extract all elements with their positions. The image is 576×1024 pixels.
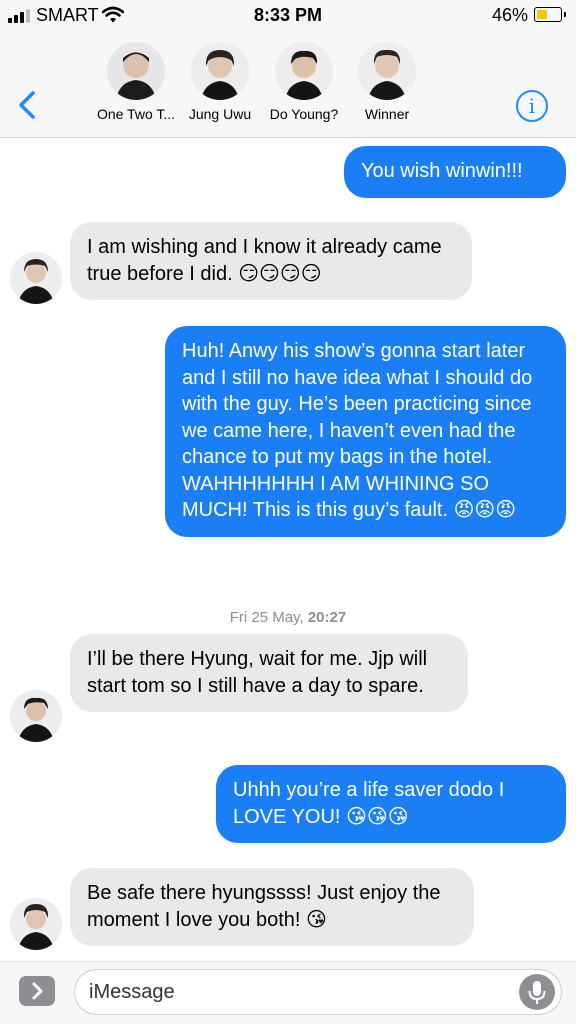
participant-one-two[interactable]: One Two T... xyxy=(88,42,184,122)
message-text: I’ll be there Hyung, wait for me. Jjp wi… xyxy=(87,648,428,697)
participant-jung-uwu[interactable]: Jung Uwu xyxy=(172,42,268,122)
timestamp-time: 20:27 xyxy=(307,609,347,626)
battery-percentage: 46% xyxy=(491,5,528,25)
compose-bar: iMessage xyxy=(0,961,576,1024)
sent-message-bubble[interactable]: Huh! Anwy his show’s gonna start later a… xyxy=(165,326,566,537)
participant-name: One Two T... xyxy=(96,106,176,122)
avatar xyxy=(358,42,416,100)
received-message-bubble[interactable]: Be safe there hyungssss! Just enjoy the … xyxy=(70,868,474,946)
info-button[interactable]: i xyxy=(516,90,548,122)
message-timestamp: Fri 25 May, 20:27 xyxy=(0,609,576,626)
status-time: 8:33 PM xyxy=(253,5,323,25)
battery-level xyxy=(536,9,547,19)
participant-name: Jung Uwu xyxy=(188,106,252,122)
participant-name: Winner xyxy=(364,106,410,122)
timestamp-day: Fri 25 May, xyxy=(229,609,304,626)
sender-avatar[interactable] xyxy=(10,690,62,742)
sent-message-bubble[interactable]: You wish winwin!!! xyxy=(344,146,566,198)
conversation-header: One Two T... Jung Uwu Do Young? Winner i xyxy=(0,34,576,138)
message-input-placeholder: iMessage xyxy=(89,981,175,1003)
dictation-button[interactable] xyxy=(519,974,555,1010)
participant-name: Do Young? xyxy=(269,106,339,122)
sent-message-bubble[interactable]: Uhhh you’re a life saver dodo I LOVE YOU… xyxy=(216,765,566,843)
message-text: I am wishing and I know it already came … xyxy=(87,236,442,285)
message-text: Uhhh you’re a life saver dodo I LOVE YOU… xyxy=(233,779,505,828)
info-icon: i xyxy=(528,94,536,118)
participant-do-young[interactable]: Do Young? xyxy=(256,42,352,122)
received-message-bubble[interactable]: I’ll be there Hyung, wait for me. Jjp wi… xyxy=(70,634,468,712)
back-chevron-icon[interactable] xyxy=(16,90,38,120)
message-text: You wish winwin!!! xyxy=(361,160,523,182)
apps-button[interactable] xyxy=(19,976,55,1006)
microphone-icon xyxy=(528,981,546,1004)
sender-avatar[interactable] xyxy=(10,898,62,950)
received-message-bubble[interactable]: I am wishing and I know it already came … xyxy=(70,222,472,300)
chevron-right-icon xyxy=(32,982,43,1000)
avatar xyxy=(191,42,249,100)
status-bar: SMART 8:33 PM 46% xyxy=(0,0,576,34)
sender-avatar[interactable] xyxy=(10,252,62,304)
message-input[interactable]: iMessage xyxy=(74,969,562,1015)
message-text: Be safe there hyungssss! Just enjoy the … xyxy=(87,882,441,931)
avatar xyxy=(275,42,333,100)
message-text: Huh! Anwy his show’s gonna start later a… xyxy=(182,340,533,521)
avatar xyxy=(107,42,165,100)
battery-icon xyxy=(534,7,566,22)
participant-winner[interactable]: Winner xyxy=(339,42,435,122)
